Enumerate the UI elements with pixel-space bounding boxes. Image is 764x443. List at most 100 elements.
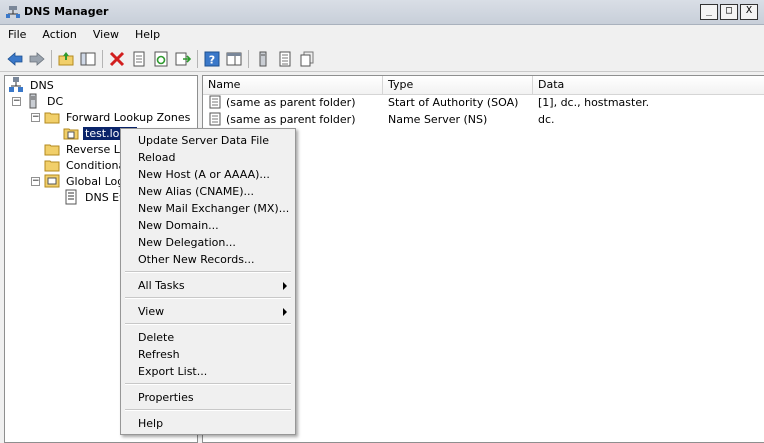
back-button[interactable] — [4, 48, 26, 70]
collapse-toggle[interactable]: − — [31, 112, 40, 122]
menu-properties[interactable]: Properties — [123, 389, 293, 406]
table-row[interactable]: (same as parent folder) Start of Authori… — [203, 94, 764, 110]
delete-x-icon — [109, 51, 125, 66]
menu-separator — [125, 323, 291, 325]
record-data: dc. — [538, 112, 555, 126]
record-icon — [209, 112, 221, 126]
help-toolbar-button[interactable]: ? — [201, 48, 223, 70]
toolbar-separator — [102, 49, 103, 68]
toolbar-separator — [51, 49, 52, 68]
toolbar-separator — [197, 49, 198, 68]
menu-update-server-data-file[interactable]: Update Server Data File — [123, 132, 293, 149]
title-bar: DNS Manager _ □ X — [0, 0, 764, 25]
submenu-arrow-icon — [283, 308, 287, 316]
global-logs-icon — [44, 174, 60, 188]
properties-toolbar-button[interactable] — [128, 48, 150, 70]
menu-export-list[interactable]: Export List... — [123, 363, 293, 380]
up-level-button[interactable] — [55, 48, 77, 70]
folder-icon — [44, 112, 60, 124]
record-name: (same as parent folder) — [226, 95, 356, 109]
close-button[interactable]: X — [740, 4, 758, 20]
records-list-toolbar-button[interactable] — [274, 48, 296, 70]
menu-new-mail-exchanger[interactable]: New Mail Exchanger (MX)... — [123, 200, 293, 217]
menu-separator — [125, 271, 291, 273]
menu-help[interactable]: Help — [123, 415, 293, 432]
action-pane-button[interactable] — [223, 48, 245, 70]
show-hide-tree-button[interactable] — [77, 48, 99, 70]
back-arrow-icon — [7, 51, 23, 66]
action-pane-icon — [226, 52, 242, 65]
menu-all-tasks-label: All Tasks — [138, 279, 185, 292]
column-header-name[interactable]: Name — [203, 76, 383, 94]
tree-item-global-logs[interactable]: − Global Logs — [31, 173, 132, 189]
svg-text:?: ? — [209, 53, 215, 66]
menu-bar: File Action View Help — [0, 25, 764, 45]
folder-icon — [44, 144, 60, 156]
submenu-arrow-icon — [283, 282, 287, 290]
tree-item-dns-events[interactable]: DNS Ev — [63, 189, 128, 205]
tree-item-forward-lookup-zones[interactable]: − Forward Lookup Zones — [31, 109, 192, 125]
tree-item-reverse-lookup-zones[interactable]: Reverse Lo — [44, 141, 128, 157]
minimize-button[interactable]: _ — [700, 4, 718, 20]
record-type: Name Server (NS) — [388, 112, 488, 126]
record-name: (same as parent folder) — [226, 112, 356, 126]
window-title: DNS Manager — [24, 5, 109, 18]
dns-server-group-icon — [9, 77, 23, 92]
menu-delete[interactable]: Delete — [123, 329, 293, 346]
table-row[interactable]: (same as parent folder) Name Server (NS)… — [203, 111, 764, 127]
record-data: [1], dc., hostmaster. — [538, 95, 650, 109]
context-menu: Update Server Data File Reload New Host … — [120, 128, 296, 435]
refresh-icon — [154, 51, 168, 66]
tree-item-dns[interactable]: DNS — [8, 77, 56, 93]
menu-view[interactable]: View — [85, 25, 127, 45]
record-type: Start of Authority (SOA) — [388, 95, 519, 109]
tree-label: Reverse Lo — [66, 142, 127, 156]
column-header-type[interactable]: Type — [383, 76, 533, 94]
collapse-toggle[interactable]: − — [12, 96, 21, 106]
menu-new-delegation[interactable]: New Delegation... — [123, 234, 293, 251]
stack-toolbar-button[interactable] — [296, 48, 318, 70]
menu-view[interactable]: View — [123, 303, 293, 320]
menu-file[interactable]: File — [0, 25, 34, 45]
menu-new-domain[interactable]: New Domain... — [123, 217, 293, 234]
stacked-pages-icon — [300, 51, 314, 66]
tree-item-conditional-forwarders[interactable]: Conditional — [44, 157, 130, 173]
menu-view-label: View — [138, 305, 165, 318]
menu-other-new-records[interactable]: Other New Records... — [123, 251, 293, 268]
tree-label: DNS — [30, 78, 54, 92]
menu-action[interactable]: Action — [34, 25, 84, 45]
export-toolbar-button[interactable] — [172, 48, 194, 70]
record-list-icon — [279, 51, 291, 66]
menu-separator — [125, 297, 291, 299]
menu-new-alias[interactable]: New Alias (CNAME)... — [123, 183, 293, 200]
help-question-icon: ? — [204, 51, 220, 66]
event-log-icon — [65, 189, 77, 205]
toolbar: ? — [0, 46, 764, 72]
folder-up-icon — [58, 51, 74, 65]
server-toolbar-button[interactable] — [252, 48, 274, 70]
menu-refresh[interactable]: Refresh — [123, 346, 293, 363]
collapse-toggle[interactable]: − — [31, 176, 40, 186]
menu-separator — [125, 383, 291, 385]
tree-label: Forward Lookup Zones — [66, 110, 191, 124]
delete-toolbar-button[interactable] — [106, 48, 128, 70]
maximize-button[interactable]: □ — [720, 4, 738, 20]
refresh-toolbar-button[interactable] — [150, 48, 172, 70]
menu-separator — [125, 409, 291, 411]
list-header: Name Type Data — [203, 76, 764, 95]
column-header-data[interactable]: Data — [533, 76, 764, 94]
tree-item-dc[interactable]: − DC — [12, 93, 65, 109]
tree-label: DC — [47, 94, 64, 108]
console-tree-icon — [80, 52, 96, 65]
folder-icon — [44, 160, 60, 172]
menu-all-tasks[interactable]: All Tasks — [123, 277, 293, 294]
server-icon — [259, 51, 267, 66]
menu-new-host[interactable]: New Host (A or AAAA)... — [123, 166, 293, 183]
zone-folder-icon — [63, 128, 79, 140]
forward-button[interactable] — [26, 48, 48, 70]
toolbar-separator — [248, 49, 249, 68]
menu-reload[interactable]: Reload — [123, 149, 293, 166]
export-list-icon — [175, 52, 191, 65]
dns-manager-icon — [6, 6, 20, 18]
menu-help[interactable]: Help — [127, 25, 168, 45]
